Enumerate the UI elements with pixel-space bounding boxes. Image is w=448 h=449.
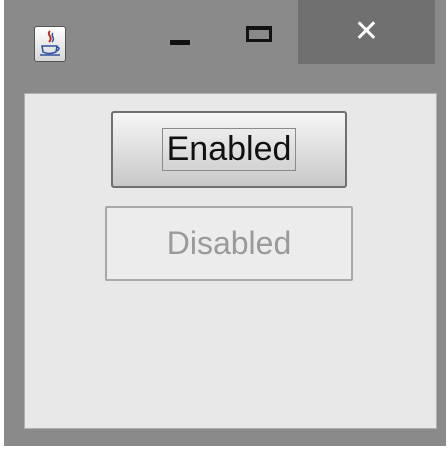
close-icon: ✕ — [353, 14, 380, 49]
minimize-button[interactable] — [152, 22, 204, 62]
disabled-button-label: Disabled — [166, 225, 292, 261]
enabled-button[interactable]: Enabled — [111, 111, 347, 188]
maximize-button[interactable] — [232, 18, 286, 58]
title-bar[interactable]: ✕ — [4, 0, 446, 88]
enabled-button-label: Enabled — [161, 127, 297, 172]
java-coffee-cup-icon[interactable] — [34, 26, 66, 62]
app-window: ✕ Enabled Disabled — [4, 0, 446, 446]
minimize-icon — [170, 40, 190, 45]
close-button[interactable]: ✕ — [298, 0, 435, 64]
disabled-button: Disabled — [105, 206, 353, 281]
maximize-icon — [246, 26, 272, 42]
content-pane: Enabled Disabled — [24, 93, 437, 429]
